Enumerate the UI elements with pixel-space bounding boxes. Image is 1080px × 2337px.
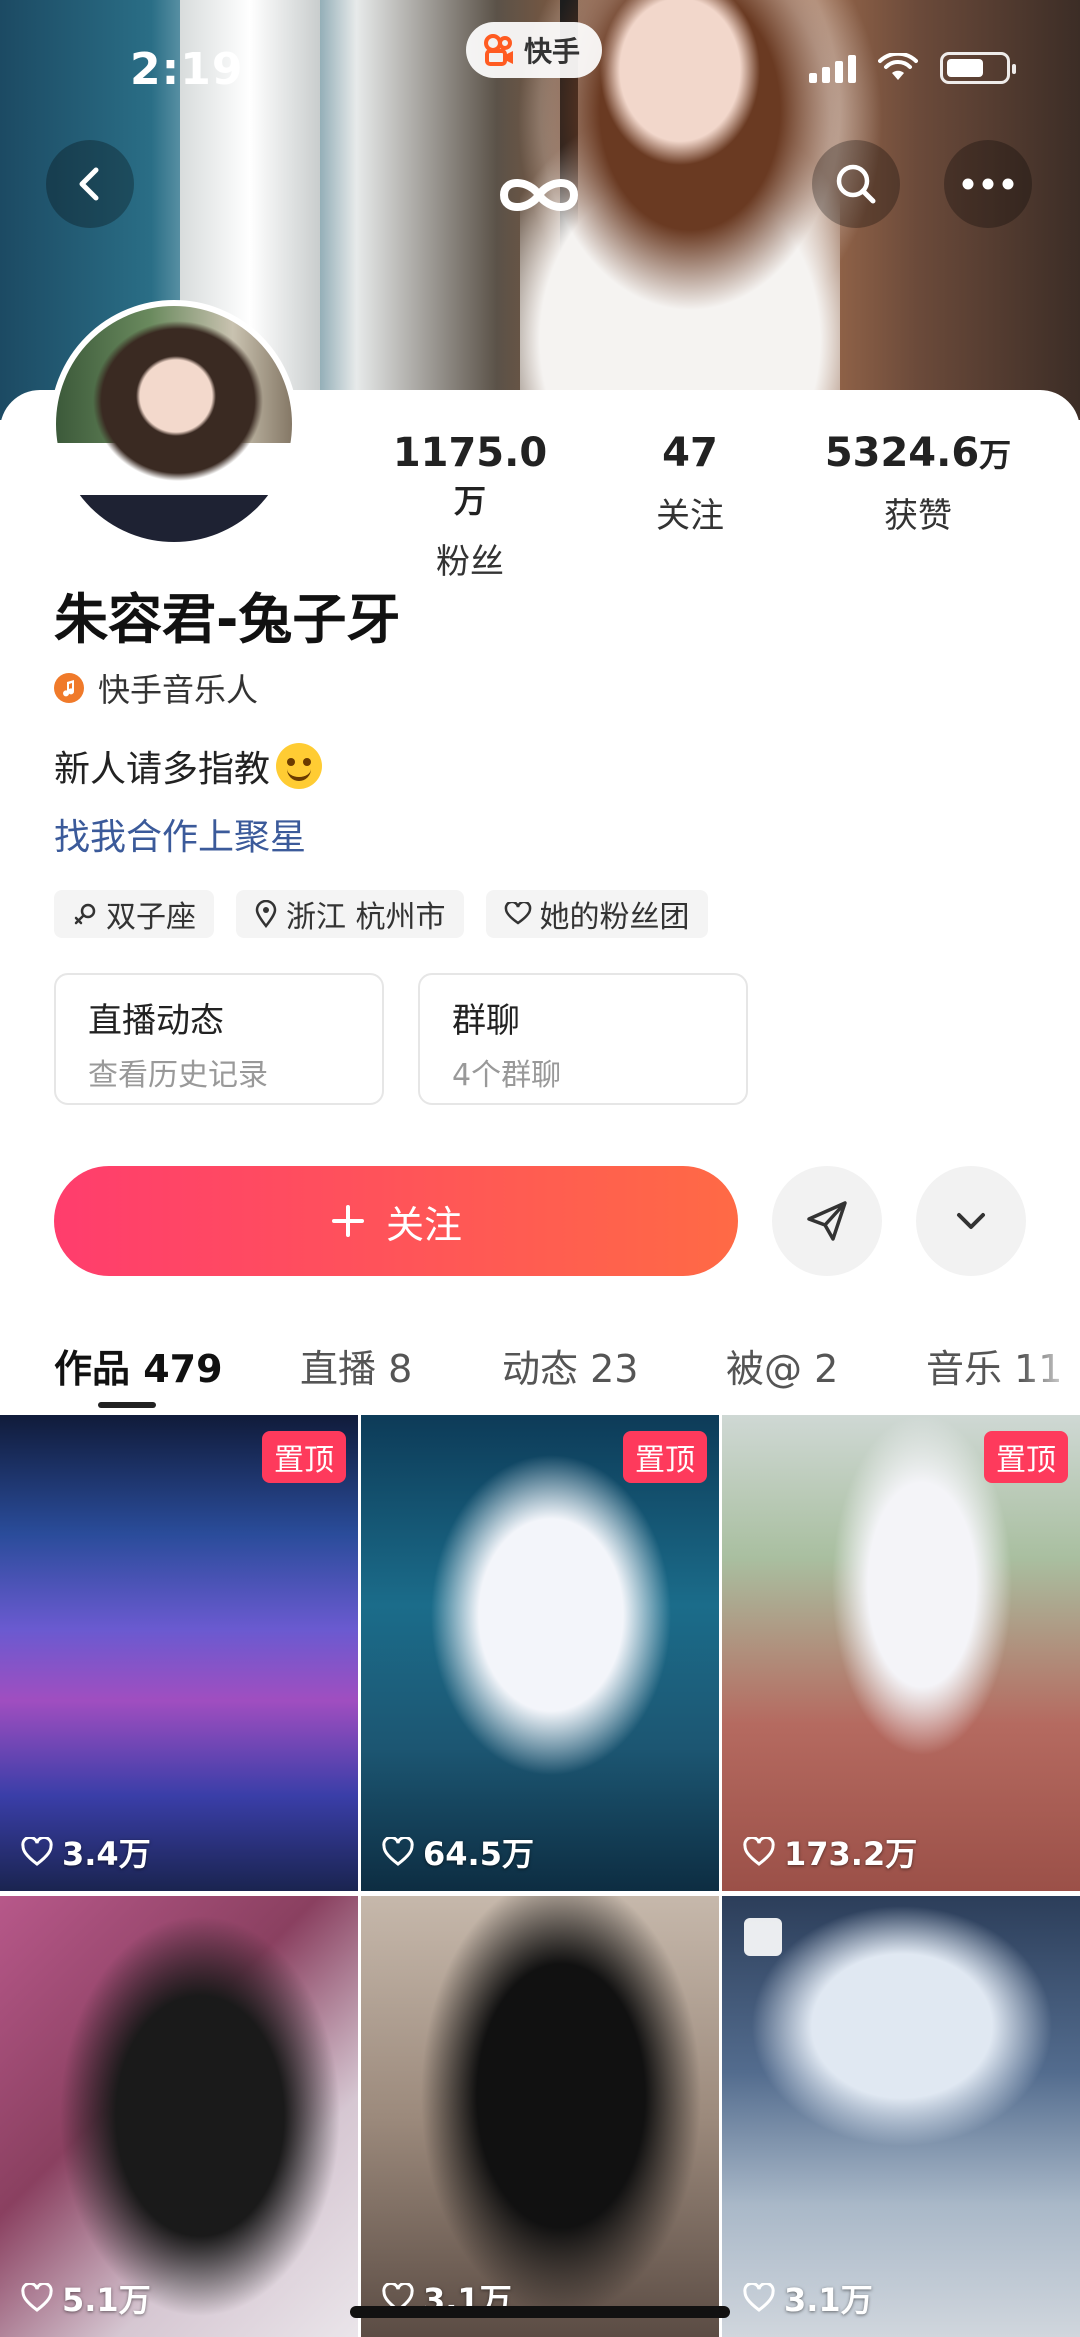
grid-item-likes: 5.1万 [20, 2275, 151, 2321]
stat-fans-unit: 万 [453, 482, 486, 520]
grid-item-likes: 3.1万 [742, 2275, 873, 2321]
expand-button[interactable] [916, 1166, 1026, 1276]
group-chat-box[interactable]: 群聊 4个群聊 [418, 973, 748, 1105]
tabs-fade [1020, 1320, 1080, 1420]
tag-location[interactable]: 浙江 杭州市 [236, 890, 464, 938]
pinned-badge: 置顶 [623, 1431, 707, 1483]
status-icons [809, 52, 1016, 84]
grid-item[interactable]: 3.1万 [722, 1896, 1080, 2337]
group-chat-subtitle: 4个群聊 [452, 1058, 562, 1093]
app-pill-label: 快手 [524, 35, 581, 68]
profile-name: 朱容君-兔子牙 [54, 588, 401, 651]
more-button[interactable] [944, 140, 1032, 228]
stat-fans-number: 1175.0 [392, 430, 548, 476]
heart-icon [382, 1837, 414, 1866]
likes-count: 3.4万 [62, 1835, 151, 1873]
grid-item-likes: 3.4万 [20, 1829, 151, 1875]
likes-count: 3.1万 [784, 2281, 873, 2319]
grid-item[interactable]: 置顶 64.5万 [361, 1415, 719, 1891]
home-indicator[interactable] [350, 2306, 730, 2318]
smile-emoji-icon [276, 743, 323, 789]
battery-icon [940, 52, 1016, 84]
kuaishou-logo-icon [484, 34, 513, 66]
tag-fan-club[interactable]: 她的粉丝团 [485, 890, 708, 938]
live-history-title: 直播动态 [88, 1001, 224, 1041]
zodiac-icon [74, 903, 96, 925]
tab-mentions[interactable]: 被@ 2 [726, 1338, 838, 1393]
signal-icon [809, 53, 856, 83]
verified-tag-label: 快手音乐人 [98, 671, 259, 709]
stat-likes-unit: 万 [979, 436, 1012, 474]
heart-icon [743, 1837, 775, 1866]
pinned-badge: 置顶 [984, 1431, 1068, 1483]
heart-icon [743, 2283, 775, 2312]
verified-tag[interactable]: 快手音乐人 [54, 665, 258, 711]
grid-item[interactable]: 5.1万 [0, 1896, 358, 2337]
grid-item[interactable]: 3.1万 [361, 1896, 719, 2337]
stat-fans[interactable]: 1175.0 万 粉丝 [380, 430, 560, 583]
likes-count: 64.5万 [423, 1835, 534, 1873]
live-history-subtitle: 查看历史记录 [88, 1058, 268, 1093]
chevron-left-icon [79, 167, 99, 201]
cooperation-link[interactable]: 找我合作上聚星 [54, 808, 306, 860]
message-button[interactable] [772, 1166, 882, 1276]
live-history-box[interactable]: 直播动态 查看历史记录 [54, 973, 384, 1105]
chevron-down-icon [957, 1213, 985, 1229]
location-pin-icon [255, 900, 277, 928]
content-tabs: 作品 479 直播 8 动态 23 被@ 2 音乐 11 [0, 1320, 1080, 1420]
tag-zodiac-label: 双子座 [106, 900, 196, 935]
heart-icon [21, 1837, 53, 1866]
profile-boxes: 直播动态 查看历史记录 群聊 4个群聊 [54, 973, 748, 1105]
likes-count: 173.2万 [784, 1835, 918, 1873]
back-button[interactable] [46, 140, 134, 228]
group-chat-title: 群聊 [452, 1001, 520, 1041]
grid-item[interactable]: 置顶 3.4万 [0, 1415, 358, 1891]
tab-works[interactable]: 作品 479 [54, 1338, 223, 1393]
follow-label: 关注 [385, 1202, 462, 1247]
app-return-pill[interactable]: 快手 [466, 22, 603, 78]
plus-icon [331, 1205, 364, 1237]
profile-actions: 关注 [54, 1166, 1026, 1276]
likes-count: 5.1万 [62, 2281, 151, 2319]
tag-zodiac[interactable]: 双子座 [54, 890, 214, 938]
stat-likes[interactable]: 5324.6万 获赞 [818, 430, 1018, 537]
infinity-icon[interactable] [494, 170, 584, 220]
profile-bio: 新人请多指教 [54, 740, 323, 792]
tab-live[interactable]: 直播 8 [300, 1338, 412, 1393]
more-dots-icon [962, 178, 1014, 190]
heart-icon [21, 2283, 53, 2312]
grid-item-likes: 173.2万 [742, 1829, 917, 1875]
stat-fans-label: 粉丝 [436, 542, 504, 582]
active-tab-indicator [98, 1402, 156, 1408]
music-note-icon [54, 673, 84, 703]
search-button[interactable] [812, 140, 900, 228]
stat-following-label: 关注 [656, 496, 724, 536]
avatar[interactable] [50, 300, 298, 548]
fan-club-heart-icon [504, 902, 531, 925]
tag-location-label: 浙江 杭州市 [286, 900, 446, 935]
profile-tags: 双子座 浙江 杭州市 她的粉丝团 [54, 890, 708, 938]
stat-following-number: 47 [662, 430, 718, 476]
tab-moments[interactable]: 动态 23 [502, 1338, 638, 1393]
send-message-icon [807, 1201, 847, 1241]
tag-fan-club-label: 她的粉丝团 [539, 900, 690, 935]
stat-likes-label: 获赞 [884, 496, 952, 536]
follow-button[interactable]: 关注 [54, 1166, 738, 1276]
status-time: 2:19 [130, 44, 244, 95]
bio-text: 新人请多指教 [54, 749, 271, 790]
search-icon [836, 164, 876, 204]
image-post-icon [744, 1918, 782, 1956]
grid-item-likes: 64.5万 [381, 1829, 534, 1875]
wifi-icon [878, 53, 918, 80]
pinned-badge: 置顶 [262, 1431, 346, 1483]
grid-item[interactable]: 置顶 173.2万 [722, 1415, 1080, 1891]
stat-following[interactable]: 47 关注 [620, 430, 760, 537]
stat-likes-number: 5324.6 [824, 430, 980, 476]
